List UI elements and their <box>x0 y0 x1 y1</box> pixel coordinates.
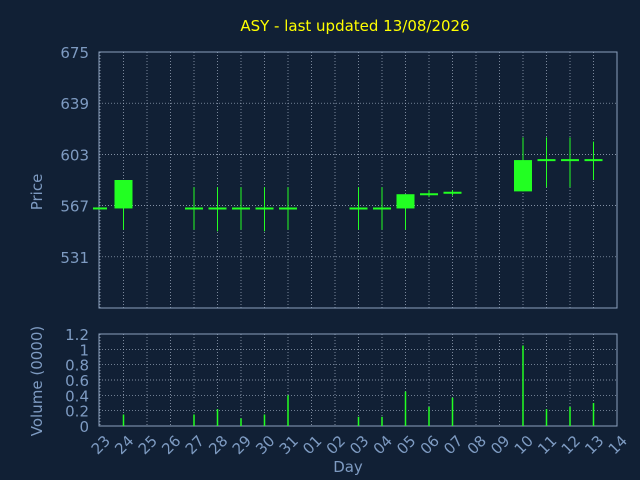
candle-31 <box>279 187 297 230</box>
stock-chart: ASY - last updated 13/08/2026 531 567 603 6… <box>28 17 631 476</box>
x-tick-label: 27 <box>182 432 208 458</box>
candle-10 <box>514 137 532 192</box>
x-tick-label: 12 <box>558 432 584 458</box>
x-tick-label: 08 <box>464 432 490 458</box>
candle-30 <box>255 187 274 232</box>
price-tick-label: 567 <box>60 198 89 216</box>
candle-06 <box>420 189 438 198</box>
volume-panel: 00.20.40.60.811.2 Volume (0000) <box>28 326 618 436</box>
candle-13 <box>584 141 603 180</box>
x-tick-label: 10 <box>511 432 537 458</box>
volume-tick-label: 0.8 <box>65 357 89 375</box>
chart-title: ASY - last updated 13/08/2026 <box>240 17 469 35</box>
x-tick-label: 14 <box>605 432 631 458</box>
price-axis-label: Price <box>28 174 46 211</box>
x-tick-label: 26 <box>158 432 184 458</box>
candle-07 <box>443 189 462 196</box>
x-tick-label: 11 <box>534 432 560 458</box>
volume-tick-label: 0.2 <box>65 403 89 421</box>
price-tick-label: 531 <box>60 249 89 267</box>
x-tick-label: 04 <box>370 432 396 458</box>
candle-11 <box>537 137 556 188</box>
price-grid <box>99 51 618 308</box>
price-y-ticks: 531 567 603 639 675 <box>60 44 89 267</box>
price-tick-label: 603 <box>60 146 89 164</box>
x-tick-label: 29 <box>229 432 255 458</box>
candle-29 <box>232 187 250 230</box>
price-panel-frame <box>98 51 618 309</box>
x-tick-label: 01 <box>299 432 325 458</box>
x-tick-label: 30 <box>252 432 278 458</box>
x-tick-label: 03 <box>346 432 372 458</box>
candle-body <box>514 160 532 192</box>
volume-y-ticks: 00.20.40.60.811.2 <box>65 326 89 436</box>
candle-04 <box>373 187 391 230</box>
candle-12 <box>561 137 579 188</box>
x-tick-label: 07 <box>440 432 466 458</box>
volume-tick-label: 0.4 <box>65 387 89 405</box>
candle-05 <box>396 194 415 230</box>
x-tick-label: 09 <box>487 432 513 458</box>
x-tick-label: 28 <box>205 432 231 458</box>
x-axis-label: Day <box>333 458 363 476</box>
candle-28 <box>208 187 227 232</box>
x-tick-label: 31 <box>276 432 302 458</box>
x-tick-label: 23 <box>88 432 114 458</box>
volume-tick-label: 1 <box>79 341 89 359</box>
volume-tick-label: 0 <box>79 418 89 436</box>
x-axis-ticks: 2324252627282930310102030405060708091011… <box>88 432 631 458</box>
candle-body <box>114 180 133 209</box>
price-tick-label: 675 <box>60 44 89 62</box>
candle-27 <box>185 187 203 230</box>
x-tick-label: 13 <box>581 432 607 458</box>
price-tick-label: 639 <box>60 95 89 113</box>
x-tick-label: 24 <box>111 432 137 458</box>
volume-axis-label: Volume (0000) <box>28 326 46 436</box>
x-tick-label: 02 <box>323 432 349 458</box>
x-tick-label: 06 <box>417 432 443 458</box>
candle-03 <box>349 187 368 230</box>
candle-24 <box>114 180 133 230</box>
x-tick-label: 05 <box>393 432 419 458</box>
price-panel: 531 567 603 639 675 Price <box>28 44 618 309</box>
candle-body <box>396 194 415 209</box>
x-tick-label: 25 <box>135 432 161 458</box>
volume-tick-label: 0.6 <box>65 372 89 390</box>
candles <box>93 137 603 232</box>
volume-grid <box>99 333 618 427</box>
volume-tick-label: 1.2 <box>65 326 89 344</box>
